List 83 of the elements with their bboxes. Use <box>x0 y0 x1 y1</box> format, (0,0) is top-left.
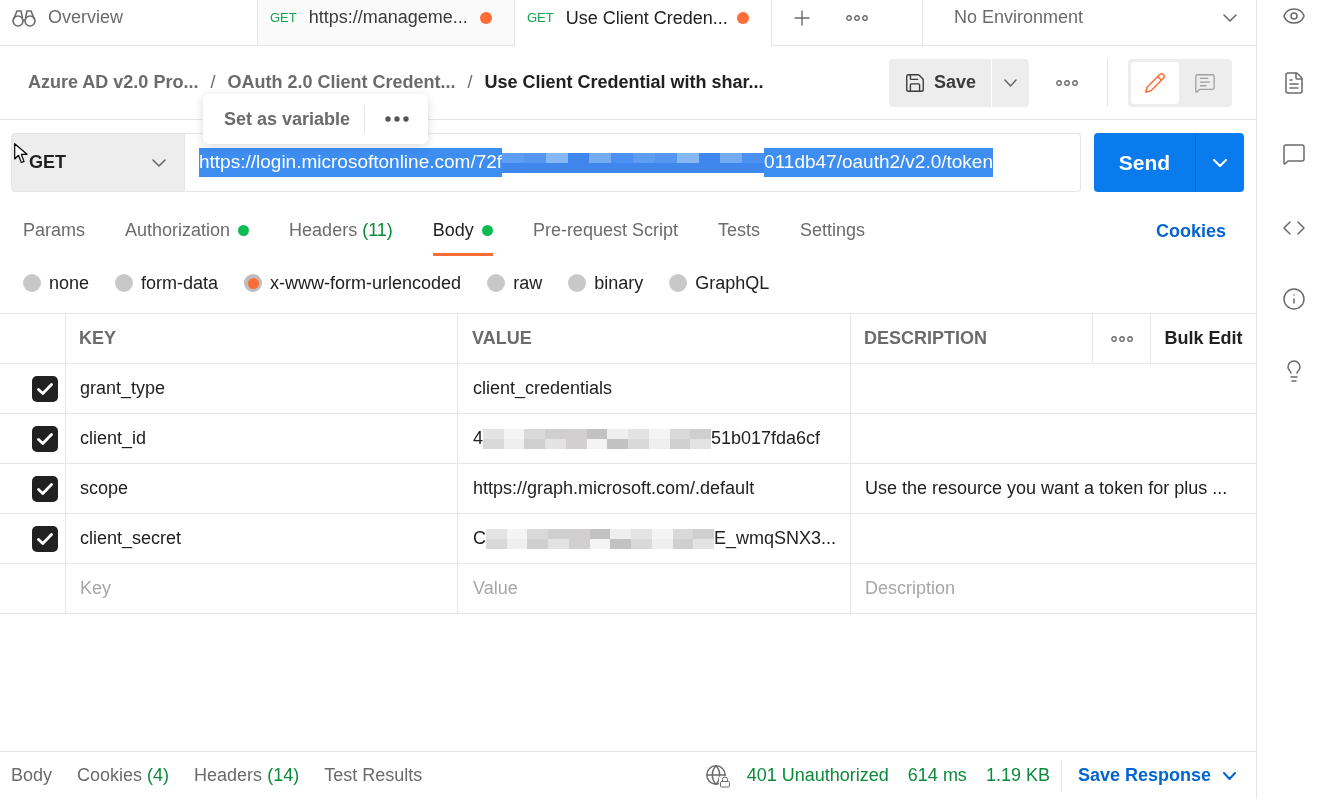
value-text: 51b017fda6cf <box>711 427 821 450</box>
request-section-tab[interactable]: Params <box>23 204 85 256</box>
request-section-tab[interactable]: Headers (11) <box>289 204 393 256</box>
mode-toggle-button[interactable] <box>1131 61 1179 104</box>
radio-button[interactable] <box>669 274 688 292</box>
radio-button[interactable] <box>568 274 587 292</box>
breadcrumb-link[interactable]: OAuth 2.0 Client Credent... <box>227 69 456 96</box>
breadcrumb-separator: / <box>467 71 473 94</box>
breadcrumb-separator: / <box>210 71 216 94</box>
request-section-tab[interactable]: Tests <box>717 204 760 256</box>
checkmark-icon <box>37 432 53 445</box>
globe-lock-icon <box>704 763 731 788</box>
checkmark-icon <box>37 532 53 545</box>
caret-icon <box>1004 78 1017 87</box>
value-text: E_wmqSNX3... <box>714 527 837 551</box>
checkbox[interactable] <box>32 375 58 402</box>
response-tab[interactable]: Test Results <box>324 762 423 789</box>
request-section-tab[interactable]: Body <box>432 204 493 256</box>
response-size: 1.19 KB <box>985 764 1050 787</box>
value-text: 4 <box>473 427 483 450</box>
caret-icon <box>1213 158 1227 167</box>
radio-button[interactable] <box>487 274 506 292</box>
save-response-button[interactable]: Save Response <box>1077 762 1236 789</box>
checkbox[interactable] <box>32 425 58 452</box>
comment-icon <box>1194 71 1216 94</box>
option-label: binary <box>594 271 644 295</box>
cookies-link[interactable]: Cookies <box>1155 204 1226 256</box>
option-label: GraphQL <box>695 271 770 295</box>
key-cell: client_secret <box>66 514 458 563</box>
more-icon[interactable] <box>846 14 868 21</box>
description-input[interactable]: Description <box>851 564 1256 613</box>
checkmark-icon <box>37 482 53 495</box>
save-button[interactable]: Save <box>889 58 991 107</box>
environment-dropdown[interactable]: No Environment <box>922 0 1256 46</box>
status-code: 401 Unauthorized <box>746 764 889 787</box>
method-select[interactable]: GET <box>11 133 185 192</box>
request-section-tab[interactable]: Pre-request Script <box>532 204 678 256</box>
more-icon[interactable] <box>1110 335 1133 342</box>
caret-icon <box>1223 13 1237 22</box>
info-icon[interactable] <box>1281 287 1306 311</box>
value-input[interactable]: Value <box>458 564 851 613</box>
breadcrumb-link[interactable]: Azure AD v2.0 Pro... <box>28 69 199 96</box>
response-tab[interactable]: Cookies (4) <box>77 762 170 789</box>
checkbox[interactable] <box>32 525 58 552</box>
key-cell: grant_type <box>66 364 458 413</box>
comment-icon[interactable] <box>1281 142 1306 166</box>
radio-button[interactable] <box>115 274 134 292</box>
url-text: 011db47/oauth2/v2.0/token <box>764 148 993 177</box>
key-input[interactable]: Key <box>66 564 458 613</box>
bulk-edit-button[interactable]: Bulk Edit <box>1151 314 1256 363</box>
request-section-tab[interactable]: Settings <box>799 204 865 256</box>
checkmark-icon <box>37 382 53 395</box>
binoculars-icon <box>12 8 36 27</box>
column-header: DESCRIPTION <box>851 314 1093 363</box>
caret-icon <box>1223 771 1236 780</box>
request-section-tab[interactable]: Authorization <box>125 204 250 256</box>
response-tab[interactable]: Headers (14) <box>194 762 300 789</box>
key-cell: client_id <box>66 414 458 463</box>
more-icon[interactable] <box>1056 79 1078 86</box>
option-label: raw <box>513 271 543 295</box>
more-icon[interactable] <box>384 116 409 122</box>
request-tab[interactable]: GET https://manageme... <box>258 0 515 46</box>
column-header: KEY <box>66 314 458 363</box>
pencil-icon <box>1144 71 1166 94</box>
option-label: x-www-form-urlencoded <box>270 271 462 295</box>
request-name: Use Client Credential with shar... <box>484 71 764 94</box>
option-label: form-data <box>141 271 219 295</box>
radio-button[interactable] <box>244 274 263 292</box>
radio-button[interactable] <box>23 274 41 292</box>
url-text: https://login.microsoftonline.com/72f <box>199 148 503 177</box>
mouse-cursor-icon <box>14 143 28 164</box>
value-text: C <box>473 527 486 550</box>
description-cell-text: Use the resource you want a token for plus ... <box>864 477 1229 500</box>
column-header: VALUE <box>458 314 851 363</box>
checkbox[interactable] <box>32 475 58 502</box>
key-cell: scope <box>66 464 458 513</box>
value-cell: https://graph.microsoft.com/.default <box>458 464 851 513</box>
response-tab[interactable]: Body <box>11 762 53 789</box>
caret-icon <box>152 158 166 167</box>
value-cell: client_credentials <box>458 364 851 413</box>
overview-tab[interactable]: Overview <box>0 0 258 46</box>
response-time: 614 ms <box>907 764 967 787</box>
option-label: none <box>49 271 90 295</box>
